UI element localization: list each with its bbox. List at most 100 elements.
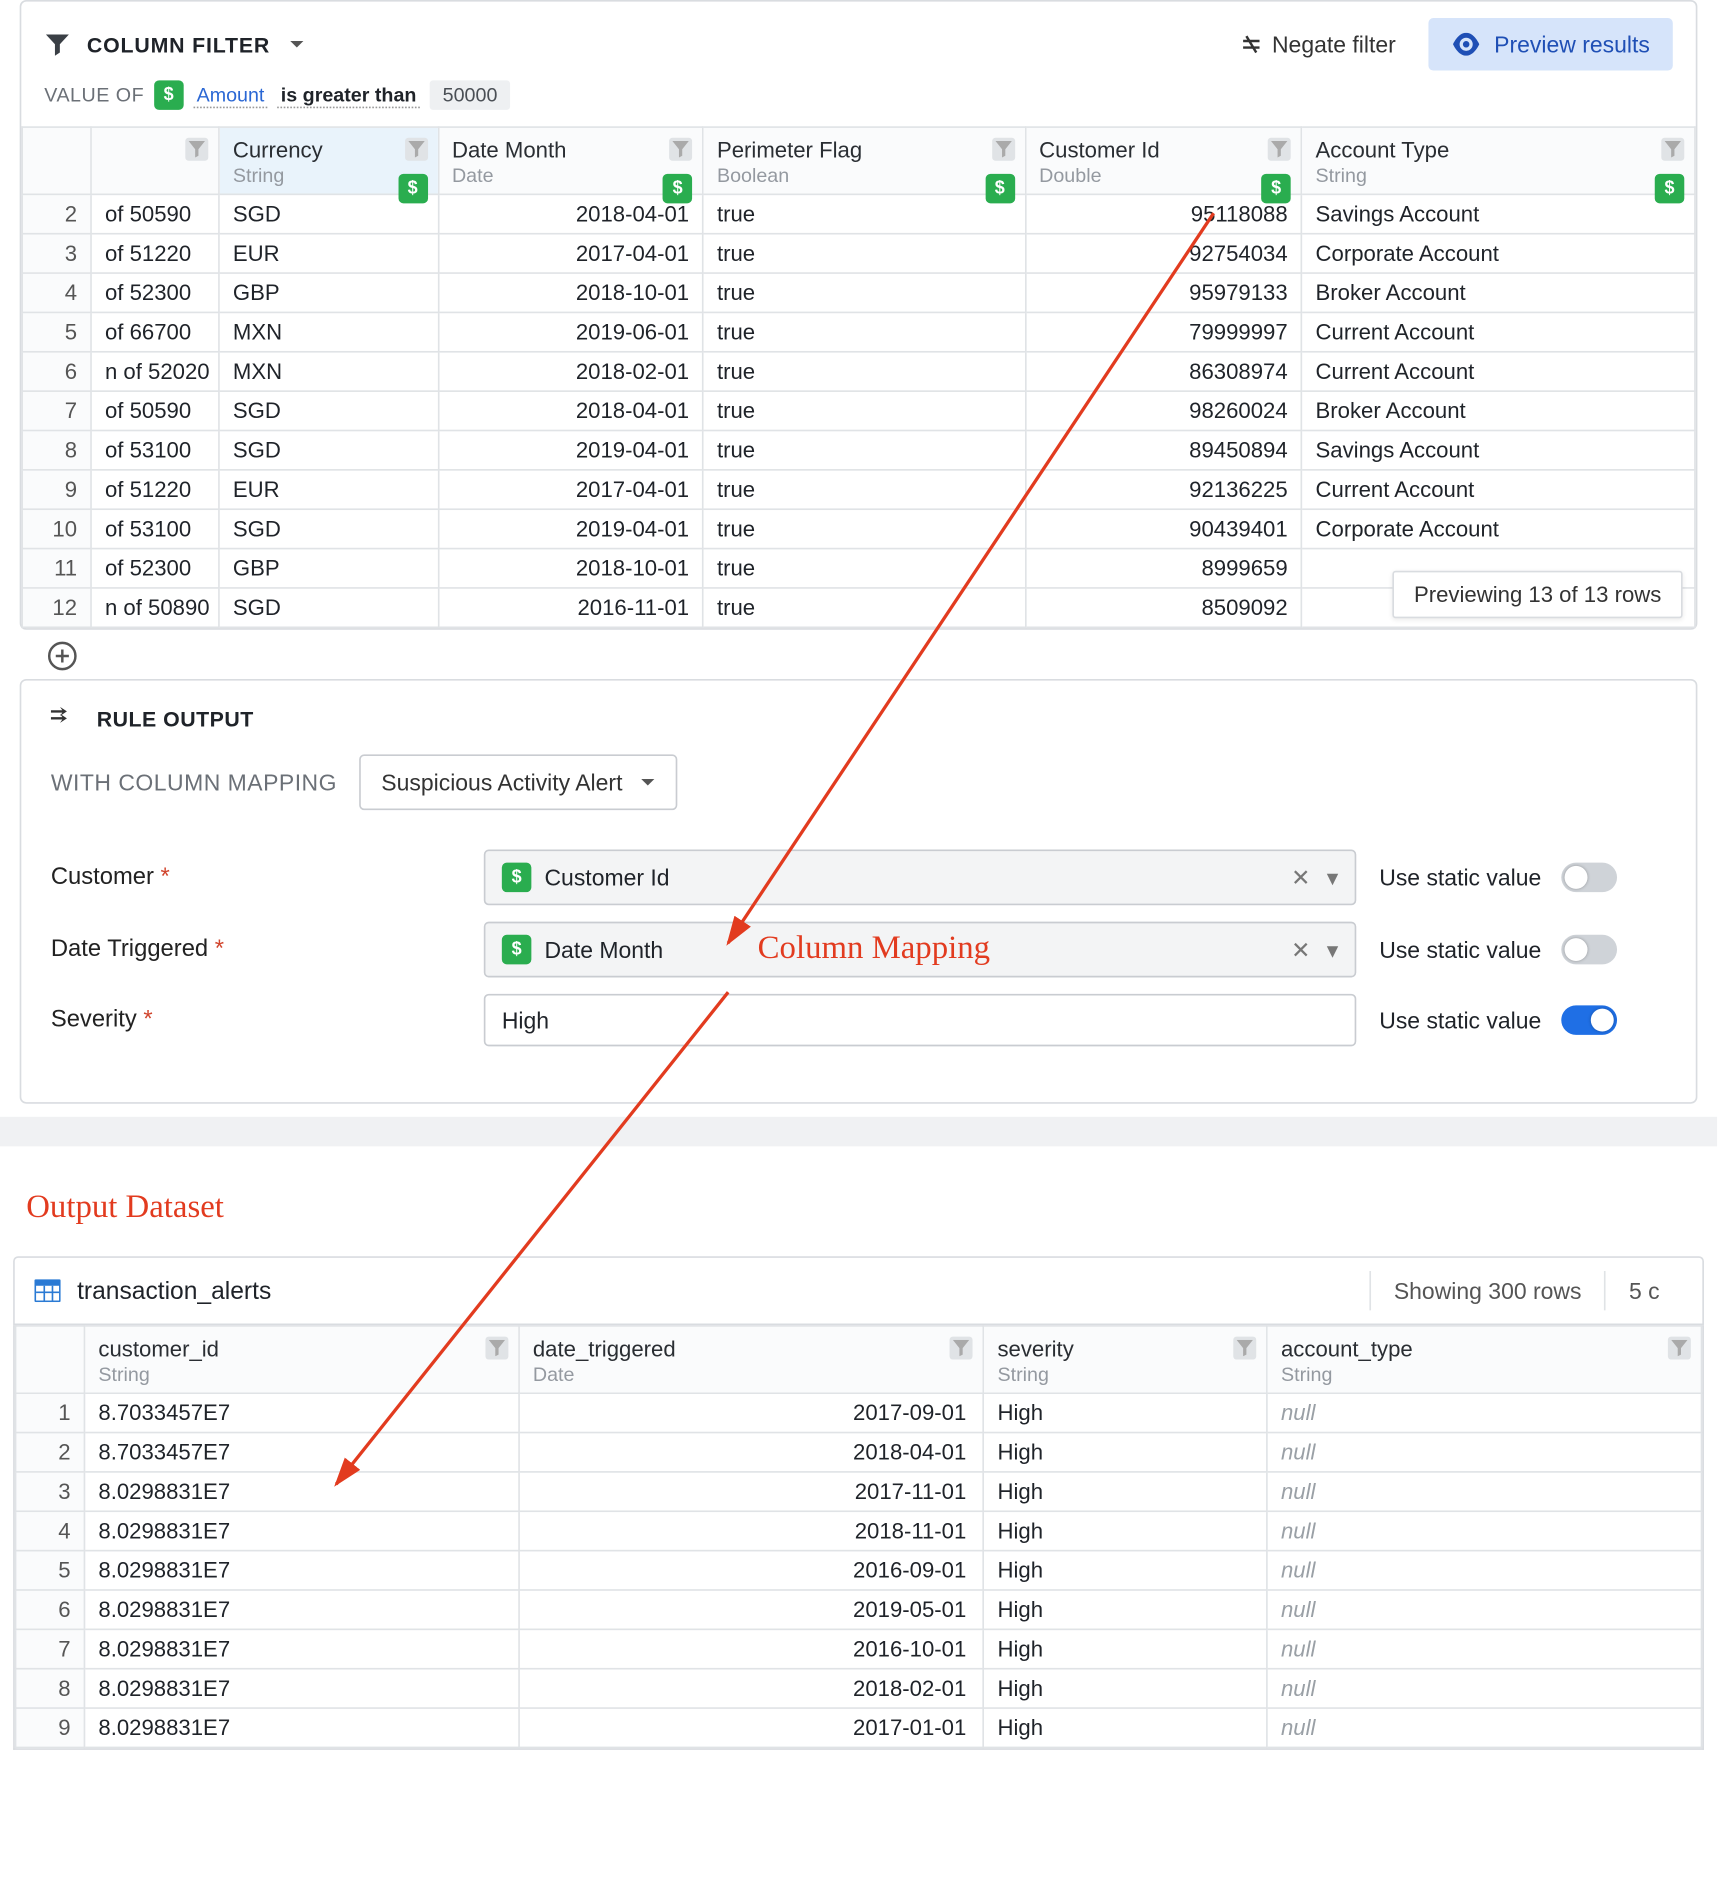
mapping-value: Customer Id	[544, 864, 669, 890]
chevron-down-icon[interactable]: ▾	[1327, 863, 1339, 891]
mapping-label: Severity *	[51, 1007, 461, 1033]
negate-filter-button[interactable]: Negate filter	[1223, 21, 1412, 67]
table-row[interactable]: 8 of 53100 SGD 2019-04-01 true 89450894 …	[22, 431, 1695, 470]
filter-icon[interactable]	[992, 138, 1015, 161]
rule-output-title: RULE OUTPUT	[97, 707, 254, 732]
dataset-name: transaction_alerts	[77, 1277, 271, 1305]
annotation-column-mapping: Column Mapping	[758, 930, 990, 968]
table-row[interactable]: 7 of 50590 SGD 2018-04-01 true 98260024 …	[22, 391, 1695, 430]
mapping-row: Customer * $ Customer Id ✕ ▾ Use static v…	[51, 850, 1666, 906]
filter-icon[interactable]	[1233, 1337, 1256, 1360]
column-header[interactable]: Perimeter FlagBoolean $	[703, 127, 1025, 194]
use-static-label: Use static value	[1379, 864, 1541, 890]
dollar-icon: $	[502, 935, 532, 965]
table-row[interactable]: 2 8.7033457E7 2018-04-01 High null	[16, 1433, 1702, 1472]
arrow-output-icon	[51, 707, 81, 732]
dataset-row-count: Showing 300 rows	[1369, 1271, 1604, 1310]
table-row[interactable]: 6 8.0298831E7 2019-05-01 High null	[16, 1590, 1702, 1629]
row-number-header	[16, 1326, 85, 1393]
filter-icon[interactable]	[1268, 138, 1291, 161]
preview-label: Preview results	[1494, 31, 1650, 57]
dollar-icon: $	[1261, 174, 1291, 204]
mapping-select[interactable]: Suspicious Activity Alert	[360, 754, 677, 810]
column-filter-panel: COLUMN FILTER Negate filter Preview resu…	[20, 0, 1698, 630]
table-row[interactable]: 10 of 53100 SGD 2019-04-01 true 90439401…	[22, 509, 1695, 548]
clear-icon[interactable]: ✕	[1291, 936, 1310, 964]
mapping-label: Customer *	[51, 864, 461, 890]
static-toggle[interactable]	[1561, 935, 1617, 965]
chevron-down-icon[interactable]	[286, 34, 306, 54]
table-row[interactable]: 3 8.0298831E7 2017-11-01 High null	[16, 1472, 1702, 1511]
table-row[interactable]: 8 8.0298831E7 2018-02-01 High null	[16, 1669, 1702, 1708]
filter-section-title: COLUMN FILTER	[87, 32, 270, 57]
filter-icon[interactable]	[950, 1337, 973, 1360]
table-row[interactable]: 5 8.0298831E7 2016-09-01 High null	[16, 1551, 1702, 1590]
column-header[interactable]: Customer IdDouble $	[1025, 127, 1301, 194]
dollar-icon: $	[985, 174, 1015, 204]
table-icon	[34, 1279, 60, 1302]
dollar-icon: $	[663, 174, 693, 204]
negate-icon	[1239, 33, 1262, 56]
table-row[interactable]: 1 8.7033457E7 2017-09-01 High null	[16, 1393, 1702, 1432]
dataset-header: transaction_alerts Showing 300 rows 5 c	[13, 1256, 1704, 1325]
mapping-row: Severity * High Use static value	[51, 994, 1666, 1046]
column-header[interactable]: severityString	[984, 1326, 1268, 1393]
preview-table: CurrencyString $ Date MonthDate $ Perime…	[21, 126, 1695, 628]
negate-label: Negate filter	[1272, 31, 1396, 57]
filter-icon[interactable]	[404, 138, 427, 161]
preview-results-button[interactable]: Preview results	[1429, 18, 1673, 70]
dollar-icon: $	[502, 863, 532, 893]
dollar-icon: $	[398, 174, 428, 204]
filter-icon[interactable]	[185, 138, 208, 161]
add-step-button[interactable]	[46, 640, 1717, 673]
filter-value-of-label: VALUE OF	[44, 84, 144, 107]
table-row[interactable]: 4 of 52300 GBP 2018-10-01 true 95979133 …	[22, 273, 1695, 312]
truncated-column-header[interactable]	[91, 127, 219, 194]
table-row[interactable]: 4 8.0298831E7 2018-11-01 High null	[16, 1511, 1702, 1550]
column-header[interactable]: Date MonthDate $	[438, 127, 703, 194]
table-row[interactable]: 7 8.0298831E7 2016-10-01 High null	[16, 1629, 1702, 1668]
with-mapping-label: WITH COLUMN MAPPING	[51, 769, 337, 795]
column-header[interactable]: Account TypeString $	[1302, 127, 1695, 194]
use-static-label: Use static value	[1379, 936, 1541, 962]
chevron-down-icon[interactable]: ▾	[1327, 936, 1339, 964]
filter-column[interactable]: Amount	[193, 83, 267, 108]
dataset-col-count: 5 c	[1604, 1271, 1682, 1310]
mapping-input[interactable]: High	[484, 994, 1356, 1046]
preview-toast: Previewing 13 of 13 rows	[1393, 571, 1683, 619]
filter-value[interactable]: 50000	[430, 80, 511, 110]
annotation-output-dataset: Output Dataset	[26, 1189, 1717, 1227]
chevron-down-icon	[639, 774, 655, 790]
funnel-icon	[44, 31, 70, 57]
column-header[interactable]: account_typeString	[1267, 1326, 1701, 1393]
dollar-icon: $	[1655, 174, 1685, 204]
filter-operator[interactable]: is greater than	[278, 83, 420, 108]
filter-icon[interactable]	[1661, 138, 1684, 161]
mapping-value: High	[502, 1007, 549, 1033]
output-table: customer_idString date_triggeredDate sev…	[15, 1325, 1703, 1748]
static-toggle[interactable]	[1561, 863, 1617, 893]
eye-icon	[1452, 33, 1482, 56]
dollar-icon: $	[154, 80, 184, 110]
mapping-input[interactable]: $ Customer Id ✕ ▾	[484, 850, 1356, 906]
table-row[interactable]: 2 of 50590 SGD 2018-04-01 true 95118088 …	[22, 194, 1695, 233]
column-header[interactable]: customer_idString	[84, 1326, 518, 1393]
table-row[interactable]: 6 n of 52020 MXN 2018-02-01 true 8630897…	[22, 352, 1695, 391]
column-header[interactable]: date_triggeredDate	[519, 1326, 984, 1393]
filter-icon[interactable]	[485, 1337, 508, 1360]
use-static-label: Use static value	[1379, 1007, 1541, 1033]
table-row[interactable]: 9 8.0298831E7 2017-01-01 High null	[16, 1708, 1702, 1747]
rule-output-panel: RULE OUTPUT WITH COLUMN MAPPING Suspicio…	[20, 679, 1698, 1104]
table-row[interactable]: 9 of 51220 EUR 2017-04-01 true 92136225 …	[22, 470, 1695, 509]
mapping-label: Date Triggered *	[51, 936, 461, 962]
mapping-name: Suspicious Activity Alert	[381, 769, 622, 795]
table-row[interactable]: 5 of 66700 MXN 2019-06-01 true 79999997 …	[22, 312, 1695, 351]
table-row[interactable]: 3 of 51220 EUR 2017-04-01 true 92754034 …	[22, 234, 1695, 273]
clear-icon[interactable]: ✕	[1291, 863, 1310, 891]
filter-icon[interactable]	[1668, 1337, 1691, 1360]
column-header[interactable]: CurrencyString $	[219, 127, 438, 194]
filter-icon[interactable]	[669, 138, 692, 161]
static-toggle[interactable]	[1561, 1005, 1617, 1035]
mapping-value: Date Month	[544, 936, 663, 962]
row-number-header	[22, 127, 91, 194]
